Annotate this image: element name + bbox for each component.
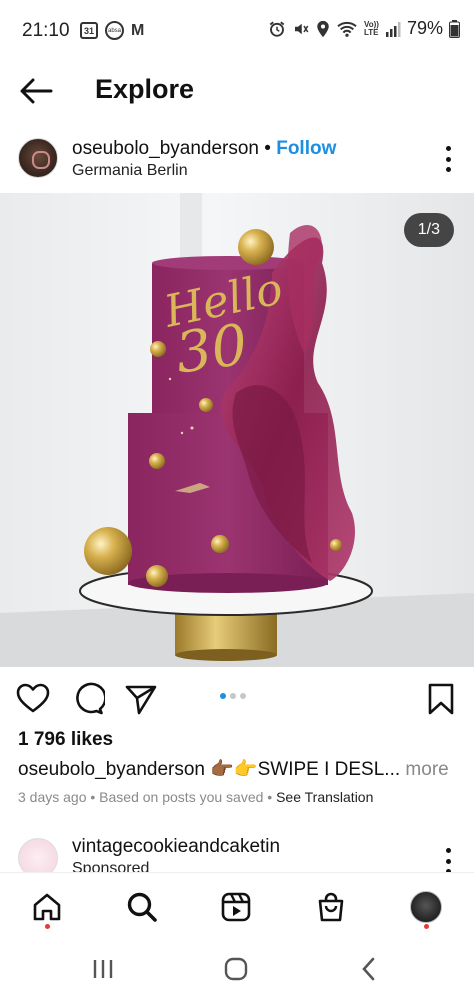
post-actions-bar [0,675,474,721]
like-button[interactable] [16,682,50,716]
carousel-dot [240,693,246,699]
home-system-button[interactable] [221,956,251,982]
system-back-button[interactable] [354,956,384,982]
more-dots-icon [445,146,451,151]
wifi-icon [337,21,357,37]
app-notification-icon: absa [105,21,124,40]
shop-bag-icon [318,892,344,922]
separator-dot: • [264,138,271,159]
carousel-dots [220,693,246,699]
post-location[interactable]: Germania Berlin [72,162,188,180]
nav-search[interactable] [122,887,162,927]
caption-text: 👉🏾👉SWIPE I DESL... [205,759,401,780]
more-dots-icon [445,848,451,853]
caption-more-link[interactable]: more [400,759,448,780]
save-button[interactable] [424,682,458,716]
recent-apps-button[interactable] [88,956,118,982]
status-left-icons: 31 absa M [80,21,144,40]
heart-icon [16,683,50,713]
home-circle-icon [224,957,248,981]
caption-username[interactable]: oseubolo_byanderson [18,759,205,780]
comment-icon [76,682,107,715]
bookmark-icon [428,683,454,715]
post-meta: 3 days ago • Based on posts you saved • … [18,789,373,805]
top-app-bar: Explore [0,62,474,122]
cake-topper-line2: 30 [171,312,252,387]
carousel-dot [230,693,236,699]
profile-avatar [410,891,442,923]
recent-apps-icon [93,960,113,978]
nav-shop[interactable] [311,887,351,927]
mute-icon [295,23,309,34]
see-translation-link[interactable]: See Translation [276,789,373,805]
send-icon [125,685,157,715]
post-username-line: oseubolo_byanderson • Follow [72,138,336,160]
cake-topper: Hello 30 [152,263,292,387]
status-time: 21:10 [22,20,70,41]
chevron-left-icon [362,957,375,981]
network-type: Vo)) LTE [364,19,379,37]
alarm-icon [269,21,285,37]
mail-icon: M [131,21,145,39]
bottom-navigation [0,872,474,940]
status-bar: 21:10 31 absa M Vo)) LTE 79% [0,0,474,62]
nav-home[interactable] [27,887,67,929]
comment-button[interactable] [71,682,107,716]
likes-count[interactable]: 1 796 likes [18,729,113,751]
post-image[interactable]: Hello 30 1/3 [0,193,474,667]
based-on-text: • Based on posts you saved • [86,789,277,805]
next-post-options-button[interactable] [444,848,452,874]
avatar[interactable] [18,138,58,178]
carousel-dot-active [220,693,226,699]
calendar-icon: 31 [80,22,98,39]
signal-icon [385,21,401,37]
battery-icon [449,19,460,38]
profile-notification-dot [424,924,429,929]
nav-profile[interactable] [406,887,446,929]
post-username[interactable]: oseubolo_byanderson [72,138,259,159]
system-navigation-bar [0,940,474,1000]
status-right-icons: Vo)) LTE 79% [268,18,460,39]
follow-button[interactable]: Follow [276,138,336,159]
post-time: 3 days ago [18,789,87,805]
next-post-username[interactable]: vintagecookieandcaketin [72,836,280,858]
share-button[interactable] [124,682,158,716]
home-notification-dot [45,924,50,929]
battery-text: 79% [406,18,443,38]
cake-photo [0,193,474,667]
post-options-button[interactable] [444,146,452,172]
image-counter: 1/3 [403,213,454,247]
search-icon [127,892,157,922]
back-button[interactable] [18,76,54,106]
nav-reels[interactable] [216,887,256,927]
post-caption[interactable]: oseubolo_byanderson 👉🏾👉SWIPE I DESL... m… [18,757,458,781]
page-title: Explore [95,74,195,104]
location-icon [317,20,329,37]
post-header: oseubolo_byanderson • Follow Germania Be… [0,130,474,190]
reels-icon [221,892,251,922]
arrow-left-icon [20,78,53,104]
home-icon [33,893,61,921]
